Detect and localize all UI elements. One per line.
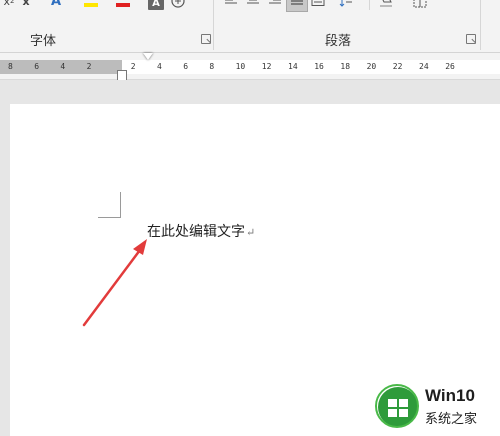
watermark-title: Win10 — [425, 386, 475, 405]
watermark: Win10 系统之家 — [375, 384, 495, 430]
windows-logo-icon — [388, 399, 408, 417]
arrow-head — [133, 239, 147, 255]
annotation-arrow — [82, 239, 147, 327]
watermark-subtitle: 系统之家 — [425, 412, 478, 427]
arrow-shaft — [82, 248, 142, 327]
watermark-logo-icon — [375, 384, 419, 428]
